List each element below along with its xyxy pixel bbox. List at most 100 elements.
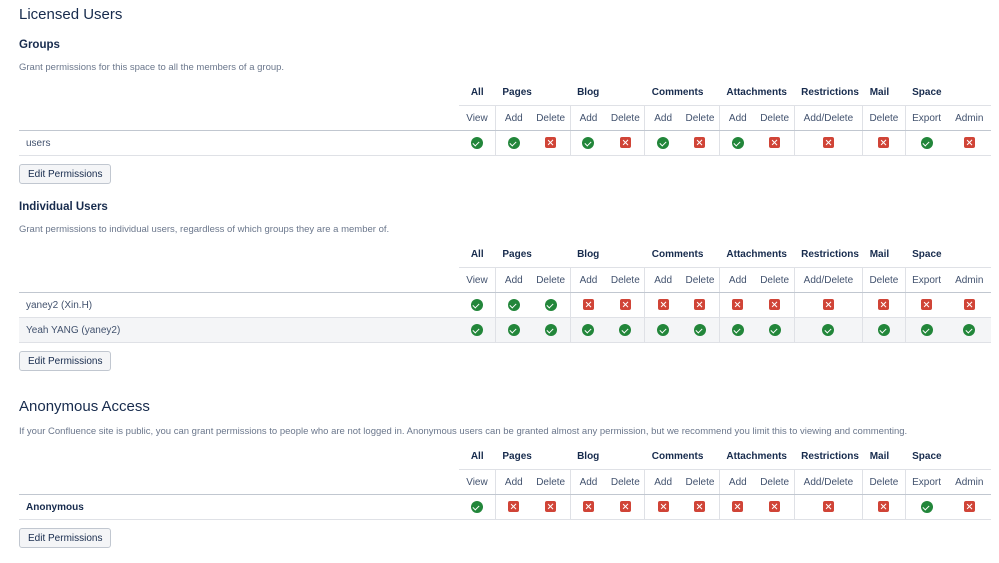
column-group-mail: Mail (862, 444, 906, 470)
permission-denied-icon (963, 299, 975, 311)
permission-label-delete: Delete (606, 469, 645, 495)
anonymous-edit-permissions-button[interactable]: Edit Permissions (19, 528, 112, 548)
column-group-mail: Mail (862, 80, 906, 106)
licensed-users-heading: Licensed Users (19, 6, 123, 23)
permission-granted-icon (877, 324, 890, 336)
permission-granted-icon (731, 324, 744, 336)
permission-cell (793, 494, 863, 520)
permission-label-export: Export (904, 469, 948, 495)
permission-row: Anonymous (19, 494, 991, 520)
permission-granted-icon (582, 324, 595, 336)
permission-granted-icon (920, 324, 933, 336)
column-group-space: Space (905, 444, 991, 470)
permission-granted-icon (693, 324, 706, 336)
permission-denied-icon (963, 501, 975, 513)
permission-cell (494, 292, 532, 318)
permission-row: Yeah YANG (yaney2) (19, 317, 991, 343)
column-group-space: Space (905, 242, 991, 268)
permission-granted-icon (822, 324, 835, 336)
permission-denied-icon (732, 299, 744, 311)
anonymous-access-heading: Anonymous Access (19, 398, 150, 415)
groups-edit-permissions-button[interactable]: Edit Permissions (19, 164, 112, 184)
permission-cell (681, 130, 720, 156)
entity-name: yaney2 (Xin.H) (19, 292, 460, 318)
permission-label-delete: Delete (681, 469, 720, 495)
permission-cell (947, 292, 991, 318)
permission-cell (793, 130, 863, 156)
column-group-all: All (459, 242, 496, 268)
permission-label-delete: Delete (755, 469, 795, 495)
individual-users-edit-permissions-button[interactable]: Edit Permissions (19, 351, 112, 371)
permission-cell (459, 130, 496, 156)
permission-label-delete: Delete (531, 267, 571, 293)
permission-label-view: View (459, 267, 496, 293)
column-group-comments: Comments (644, 242, 720, 268)
permission-label-add: Add (718, 267, 756, 293)
permission-cell (531, 494, 571, 520)
permission-denied-icon (545, 137, 557, 149)
groups-heading: Groups (19, 39, 60, 51)
header-spacer (19, 80, 459, 106)
entity-name: Anonymous (19, 494, 460, 520)
permission-cell (718, 494, 756, 520)
permission-label-add: Add (718, 469, 756, 495)
permission-cell (681, 317, 720, 343)
permission-cell (755, 130, 795, 156)
permission-denied-icon (657, 501, 669, 513)
permission-cell (904, 494, 948, 520)
permission-denied-icon (694, 299, 706, 311)
permission-cell (459, 317, 496, 343)
permission-cell (569, 130, 607, 156)
permission-cell (755, 292, 795, 318)
permission-cell (644, 494, 682, 520)
permission-label-delete: Delete (681, 105, 720, 131)
permission-label-add: Add (494, 469, 532, 495)
permission-label-delete: Delete (862, 267, 906, 293)
header-spacer (19, 242, 459, 268)
anonymous-permissions-table: All Pages Blog Comments Attachments Restricti… (19, 444, 991, 520)
column-group-attachments: Attachments (719, 242, 795, 268)
permission-cell (718, 130, 756, 156)
column-group-all: All (459, 80, 496, 106)
permission-granted-icon (470, 137, 483, 149)
permission-denied-icon (963, 137, 975, 149)
permission-label-delete: Delete (531, 105, 571, 131)
individual-users-permissions-table: All Pages Blog Comments Attachments Restricti… (19, 242, 991, 343)
permission-label-admin: Admin (947, 105, 991, 131)
permission-granted-icon (507, 137, 520, 149)
column-group-blog: Blog (570, 444, 645, 470)
permission-label-delete: Delete (531, 469, 571, 495)
permission-cell (569, 292, 607, 318)
individual-users-heading: Individual Users (19, 201, 108, 213)
permission-cell (459, 494, 496, 520)
permission-label-add-delete: Add/Delete (793, 267, 863, 293)
column-group-restrictions: Restrictions (794, 242, 863, 268)
header-spacer (19, 444, 459, 470)
permission-denied-icon (619, 501, 631, 513)
permission-label-delete: Delete (606, 105, 645, 131)
column-group-pages: Pages (495, 80, 571, 106)
permission-row: yaney2 (Xin.H) (19, 292, 991, 318)
permission-cell (681, 494, 720, 520)
permission-granted-icon (544, 324, 557, 336)
permission-label-delete: Delete (755, 105, 795, 131)
permission-denied-icon (508, 501, 520, 513)
permission-granted-icon (920, 137, 933, 149)
permission-label-export: Export (904, 105, 948, 131)
column-group-comments: Comments (644, 80, 720, 106)
groups-permissions-table: All Pages Blog Comments Attachments Restricti… (19, 80, 991, 156)
permission-denied-icon (619, 299, 631, 311)
permission-granted-icon (470, 324, 483, 336)
permission-label-add: Add (644, 469, 682, 495)
permission-granted-icon (920, 501, 933, 513)
permission-denied-icon (582, 299, 594, 311)
column-group-restrictions: Restrictions (794, 80, 863, 106)
permission-cell (494, 494, 532, 520)
permission-label-add-delete: Add/Delete (793, 469, 863, 495)
permission-row: users (19, 130, 991, 156)
column-group-mail: Mail (862, 242, 906, 268)
permission-denied-icon (769, 137, 781, 149)
permission-denied-icon (694, 137, 706, 149)
permission-cell (862, 292, 906, 318)
permission-cell (606, 292, 645, 318)
